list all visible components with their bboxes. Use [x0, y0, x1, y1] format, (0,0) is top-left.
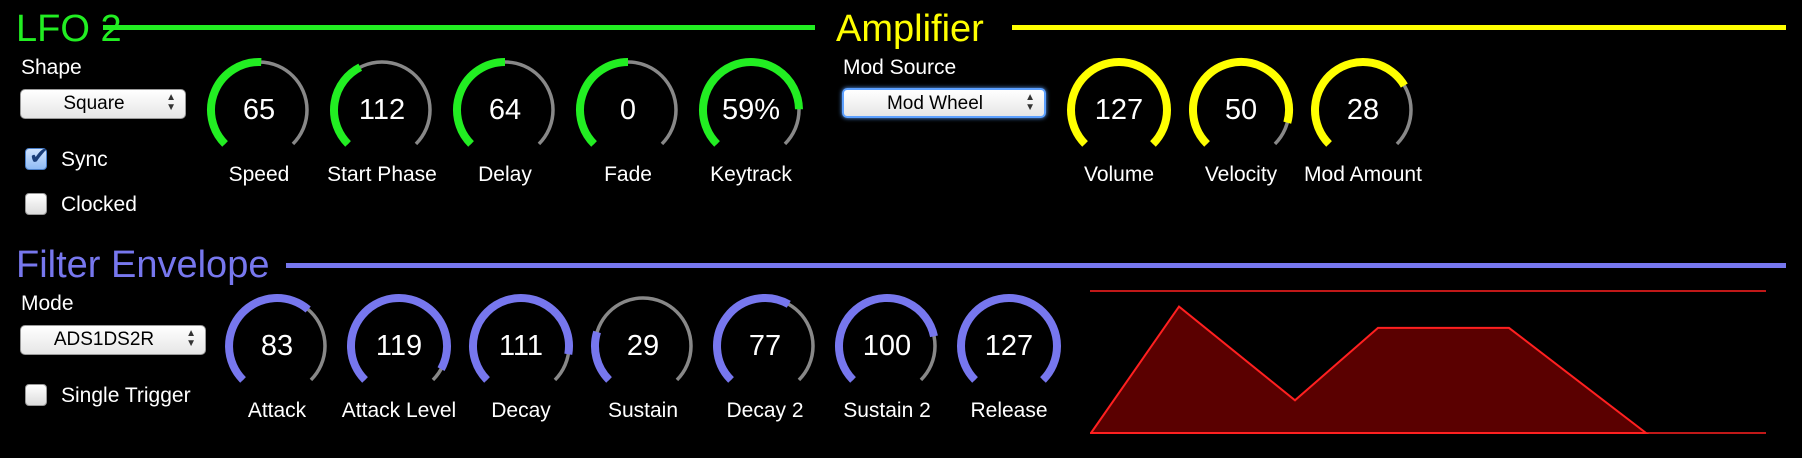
- knob-value: 119: [375, 330, 423, 362]
- knob-label: Attack Level: [341, 399, 457, 422]
- single-trigger-checkbox[interactable]: [25, 384, 47, 406]
- knob-value: 100: [862, 330, 912, 362]
- filter-envelope-title: Filter Envelope: [16, 244, 270, 286]
- mod-source-select[interactable]: Mod Wheel ▲ ▼: [842, 88, 1046, 118]
- mode-select-value: ADS1DS2R: [53, 329, 155, 350]
- envelope-graph: [1090, 290, 1766, 434]
- knob-label: Velocity: [1204, 163, 1278, 186]
- knob-value: 29: [626, 330, 660, 362]
- knob-label: Delay: [478, 163, 532, 186]
- knob-value: 59%: [721, 94, 781, 126]
- knob-label: Mod Amount: [1304, 163, 1422, 186]
- knob-label: Decay: [491, 399, 551, 422]
- knob-label: Release: [970, 399, 1048, 422]
- knob-label: Decay 2: [726, 399, 804, 422]
- clocked-checkbox[interactable]: [25, 193, 47, 215]
- select-arrows-icon: ▲ ▼: [1025, 92, 1035, 113]
- mod-source-select-value: Mod Wheel: [886, 93, 984, 114]
- checkmark-icon: ✔: [29, 143, 50, 170]
- knob-label: Fade: [604, 163, 652, 186]
- knob-value: 83: [260, 330, 294, 362]
- knob-value: 127: [1094, 94, 1144, 126]
- knob-value: 127: [984, 330, 1034, 362]
- knob-label: Speed: [228, 163, 290, 186]
- knob-label: Sustain 2: [843, 399, 931, 422]
- sync-checkbox[interactable]: ✔: [25, 143, 49, 170]
- amplifier-title: Amplifier: [836, 8, 984, 50]
- mod-source-label: Mod Source: [843, 56, 957, 79]
- knob-label: Keytrack: [710, 163, 792, 186]
- knob-value: 77: [748, 330, 782, 362]
- sync-label: Sync: [61, 148, 108, 171]
- knob-value: 65: [242, 94, 276, 126]
- clocked-label: Clocked: [61, 193, 137, 216]
- select-arrows-icon: ▲ ▼: [186, 328, 196, 349]
- knob-label: Volume: [1083, 163, 1155, 186]
- knob-value: 50: [1224, 94, 1258, 126]
- envelope-shape: [1090, 305, 1649, 434]
- knob-label: Start Phase: [327, 163, 437, 186]
- knob-value: 64: [488, 94, 522, 126]
- knob-value: 111: [498, 330, 544, 362]
- lfo2-divider: [103, 25, 815, 30]
- knob-label: Attack: [247, 399, 307, 422]
- knob-value: 28: [1346, 94, 1380, 126]
- select-arrows-icon: ▲ ▼: [166, 92, 176, 113]
- single-trigger-label: Single Trigger: [61, 384, 191, 407]
- knob-value: 112: [358, 94, 406, 126]
- knob-label: Sustain: [607, 399, 679, 422]
- shape-select-value: Square: [63, 93, 125, 114]
- shape-label: Shape: [21, 56, 82, 79]
- amplifier-divider: [1012, 25, 1786, 30]
- knob-value: 0: [619, 94, 637, 126]
- mode-label: Mode: [21, 292, 74, 315]
- shape-select[interactable]: Square ▲ ▼: [20, 89, 186, 119]
- filter-envelope-divider: [286, 263, 1786, 268]
- mode-select[interactable]: ADS1DS2R ▲ ▼: [20, 325, 206, 355]
